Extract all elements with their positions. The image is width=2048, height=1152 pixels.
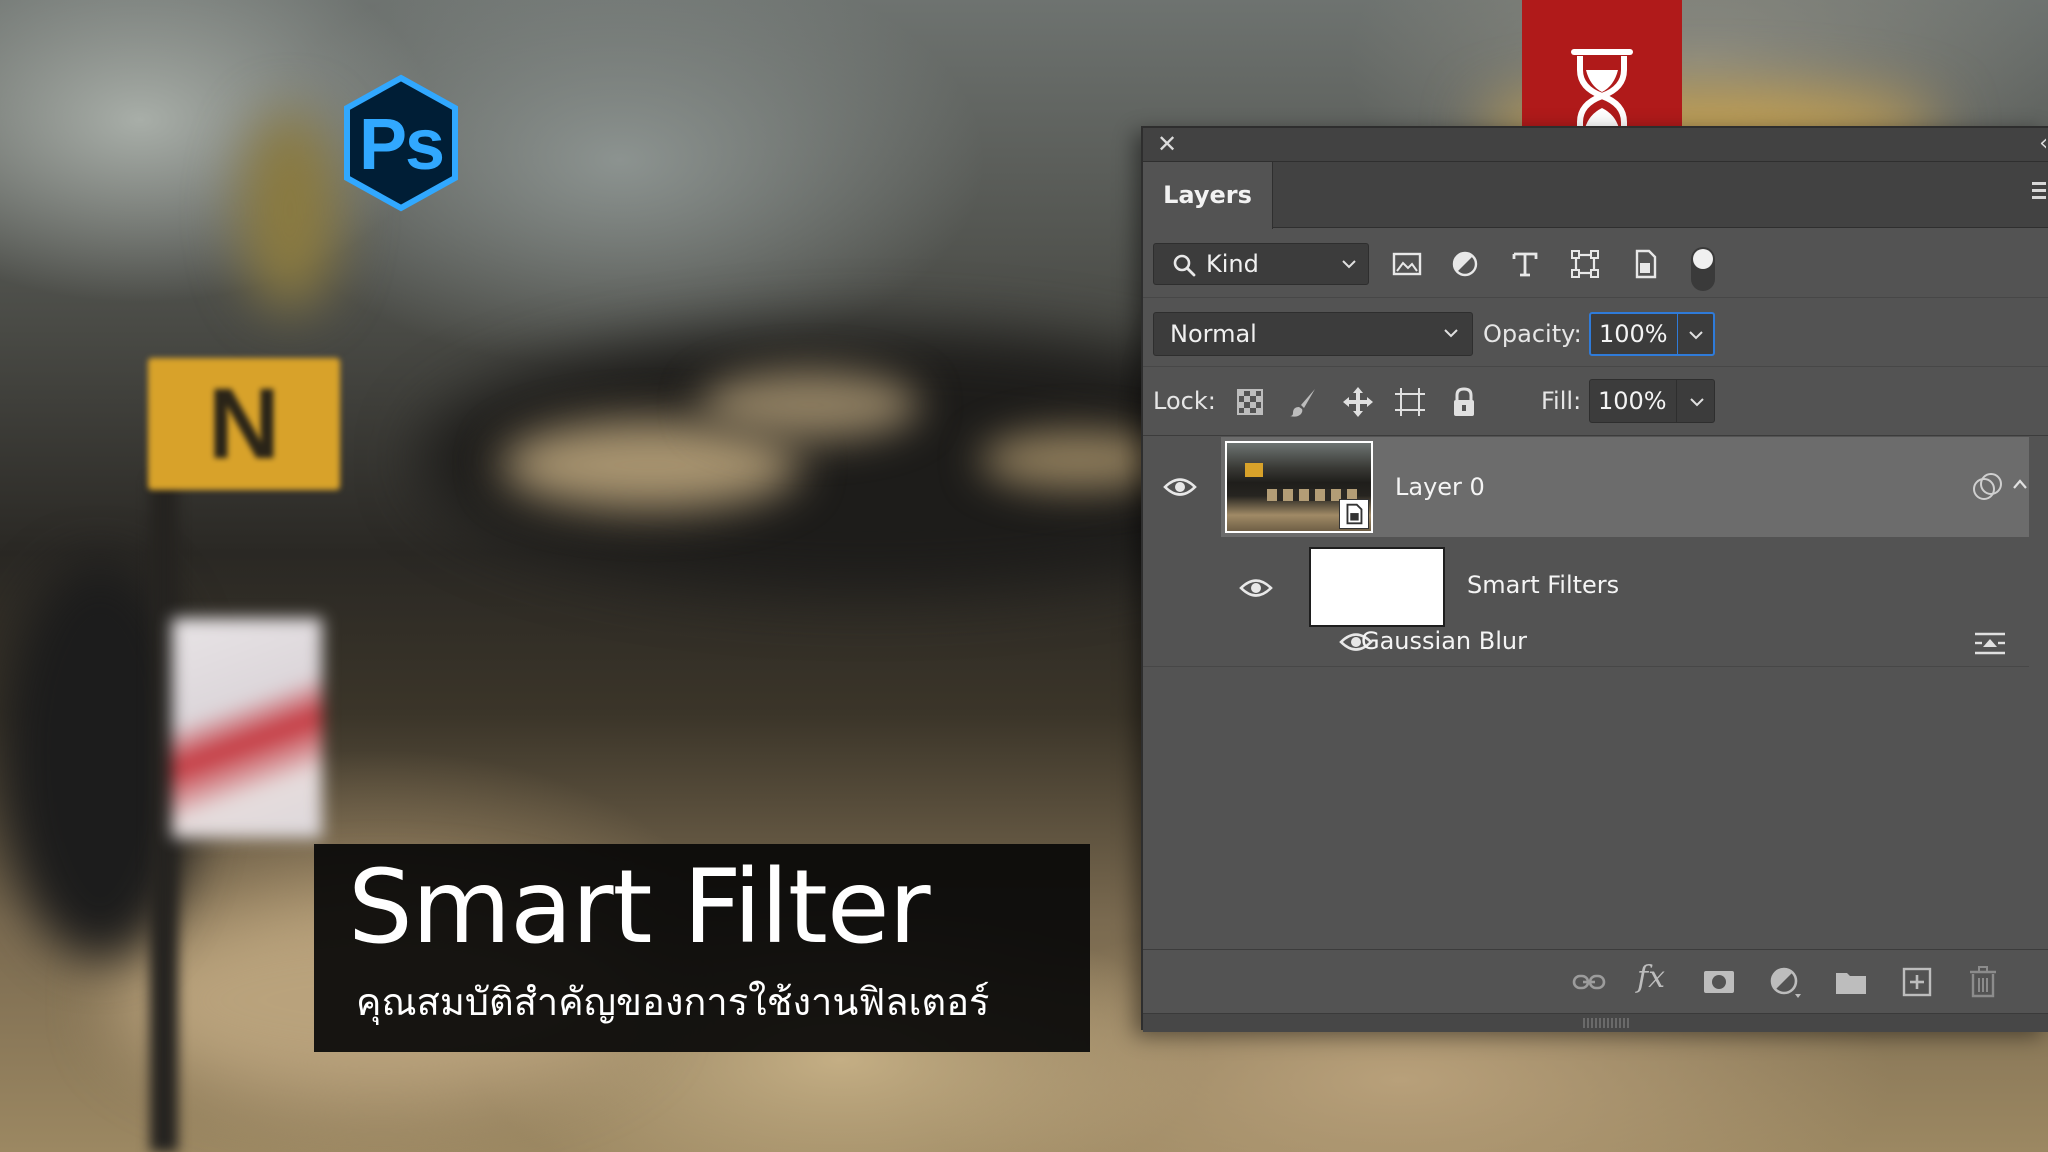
lock-position-icon[interactable]: [1341, 385, 1375, 419]
fill-label: Fill:: [1541, 387, 1582, 415]
video-subtitle: คุณสมบัติสำคัญของการใช้งานฟิลเตอร์: [356, 980, 990, 1024]
chevron-up-icon[interactable]: [2011, 475, 2029, 495]
smart-filters-label: Smart Filters: [1467, 571, 1620, 599]
link-layers-icon[interactable]: [1571, 964, 1607, 1000]
blend-mode-select[interactable]: Normal: [1153, 312, 1473, 356]
photoshop-logo-text: Ps: [358, 105, 445, 185]
lock-label: Lock:: [1153, 387, 1216, 415]
lock-artboard-icon[interactable]: [1393, 385, 1427, 419]
new-group-icon[interactable]: [1833, 964, 1869, 1000]
lock-transparent-pixels-icon[interactable]: [1233, 385, 1267, 419]
chevron-down-icon: [1444, 329, 1458, 338]
photoshop-logo: Ps: [343, 74, 459, 212]
station-sign: N: [148, 358, 340, 490]
smart-object-filter-icon[interactable]: [1629, 248, 1661, 280]
fx-icon[interactable]: fx: [1637, 956, 1665, 1000]
filter-blending-options-icon[interactable]: [1973, 629, 2007, 659]
image-filter-icon[interactable]: [1391, 248, 1423, 280]
close-icon[interactable]: ✕: [1155, 132, 1179, 156]
layer-name: Layer 0: [1395, 473, 1485, 501]
adjustment-filter-icon[interactable]: [1449, 248, 1481, 280]
tab-layers[interactable]: Layers: [1143, 162, 1273, 229]
opacity-value: 100%: [1599, 320, 1668, 348]
smart-filter-mask-thumbnail: [1309, 547, 1445, 627]
filter-kind-select[interactable]: Kind: [1153, 243, 1369, 285]
layer-list: Layer 0 Smart Filters Gaussian Blur: [1143, 437, 2048, 949]
layers-panel: ✕ ‹ Layers Kind Normal Opacity: 100% Loc…: [1141, 126, 2048, 1032]
new-adjustment-icon[interactable]: [1767, 964, 1803, 1000]
title-card: Smart Filter คุณสมบัติสำคัญของการใช้งานฟ…: [314, 844, 1090, 1052]
gaussian-blur-filter-label[interactable]: Gaussian Blur: [1361, 619, 1527, 663]
lock-all-icon[interactable]: [1447, 385, 1481, 419]
opacity-label: Opacity:: [1483, 320, 1582, 348]
chevron-down-icon[interactable]: [1687, 326, 1705, 344]
filter-toggle-switch[interactable]: [1691, 247, 1715, 291]
blend-row: Normal Opacity: 100%: [1143, 298, 2048, 367]
panel-tab-bar: Layers: [1143, 162, 2048, 229]
lock-row: Lock: Fill: 100%: [1143, 367, 2048, 436]
resize-grip[interactable]: [1583, 1018, 1631, 1028]
layer-filter-row: Kind: [1143, 229, 2048, 298]
shape-filter-icon[interactable]: [1569, 248, 1601, 280]
blend-mode-value: Normal: [1170, 320, 1257, 348]
fill-value: 100%: [1598, 387, 1667, 415]
panel-menu-icon[interactable]: [2032, 182, 2048, 206]
filter-kind-label: Kind: [1206, 250, 1259, 278]
filter-effects-icon[interactable]: [1971, 471, 2005, 501]
layer-thumbnail: [1225, 441, 1373, 533]
chevron-down-icon[interactable]: [1688, 393, 1706, 411]
new-layer-icon[interactable]: [1899, 964, 1935, 1000]
type-filter-icon[interactable]: [1509, 248, 1541, 280]
lock-image-pixels-icon[interactable]: [1287, 385, 1321, 419]
eye-icon[interactable]: [1239, 577, 1273, 599]
panel-footer: fx: [1143, 949, 2048, 1013]
layer-row-layer-0[interactable]: Layer 0: [1221, 437, 2029, 537]
poster: [172, 618, 322, 838]
eye-icon[interactable]: [1163, 476, 1197, 498]
fill-field[interactable]: 100%: [1589, 379, 1715, 423]
panel-title-bar: ✕ ‹: [1143, 128, 2048, 162]
layer-mask-icon[interactable]: [1701, 964, 1737, 1000]
search-icon: [1173, 254, 1196, 277]
smart-object-badge-icon: [1339, 499, 1369, 529]
smart-filters-row[interactable]: Smart Filters Gaussian Blur: [1221, 537, 2029, 667]
chevron-down-icon: [1342, 260, 1356, 269]
collapse-panel-icon[interactable]: ‹: [2030, 130, 2048, 158]
video-title: Smart Filter: [348, 848, 931, 967]
delete-layer-icon[interactable]: [1965, 964, 2001, 1000]
opacity-field[interactable]: 100%: [1589, 312, 1715, 356]
